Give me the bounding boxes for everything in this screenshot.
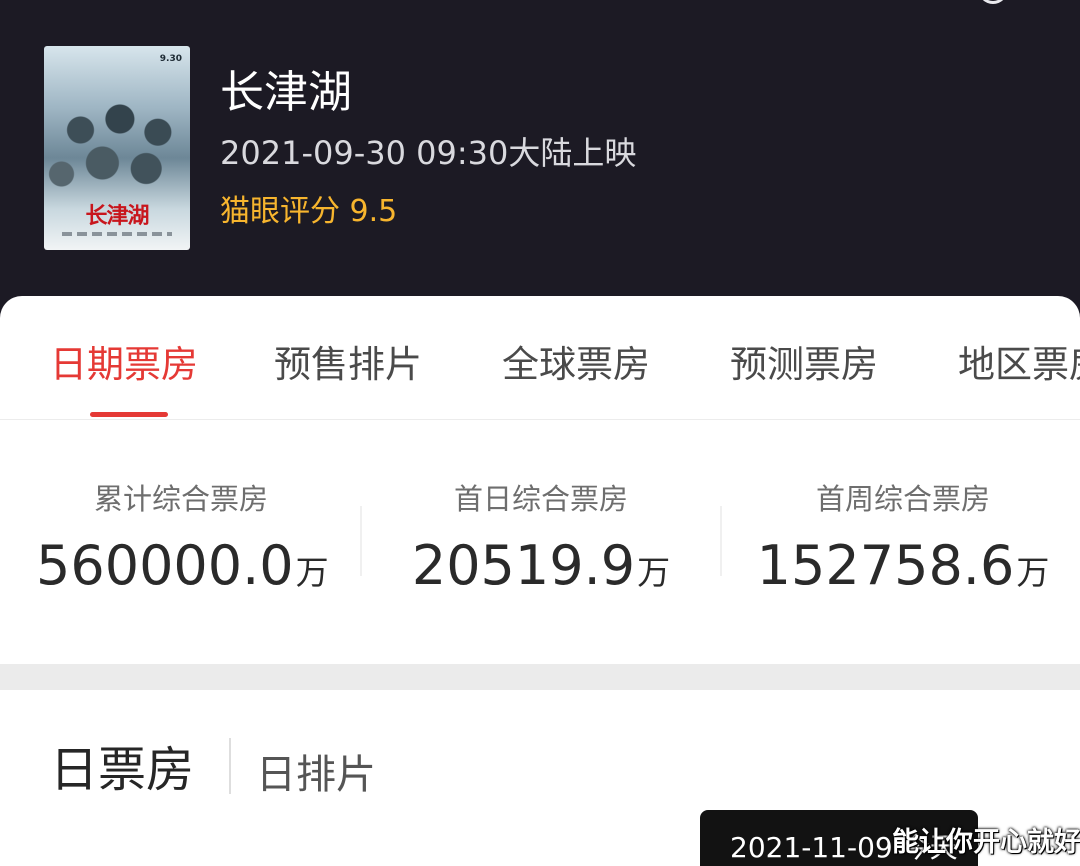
stat-value: 152758.6万 (748, 534, 1058, 597)
poster-date-text: 9.30 (159, 54, 182, 64)
stat-label: 累计综合票房 (93, 482, 268, 516)
tab-regional-box-office[interactable]: 地区票房 (958, 334, 1080, 388)
tab-daily-box-office[interactable]: 日期票房 (50, 334, 198, 388)
active-tab-indicator (90, 412, 168, 417)
section-separator (0, 664, 1080, 690)
tab-global-box-office[interactable]: 全球票房 (502, 334, 650, 388)
stat-value: 20519.9万 (396, 534, 686, 597)
poster-credits (62, 232, 172, 236)
subtab-daily-schedule[interactable]: 日排片 (256, 742, 376, 800)
tab-presale-schedule[interactable]: 预售排片 (274, 334, 422, 388)
stat-first-week: 首周综合票房 152758.6万 (748, 476, 1058, 597)
stat-label: 首日综合票房 (453, 482, 628, 516)
subtab-daily-box-office[interactable]: 日票房 (50, 730, 194, 800)
stat-cumulative: 累计综合票房 560000.0万 (36, 476, 329, 597)
movie-header: 9.30 长津湖 长津湖 2021-09-30 09:30大陆上映 猫眼评分 9… (0, 0, 1080, 330)
box-office-page: 9.30 长津湖 长津湖 2021-09-30 09:30大陆上映 猫眼评分 9… (0, 0, 1080, 866)
movie-poster[interactable]: 9.30 长津湖 (44, 46, 190, 250)
stat-label: 首周综合票房 (815, 482, 990, 516)
stat-value: 560000.0万 (36, 534, 329, 597)
release-info: 2021-09-30 09:30大陆上映 (220, 134, 637, 172)
poster-artwork (44, 86, 190, 196)
stat-number: 152758.6 (756, 534, 1015, 597)
stat-divider (720, 506, 722, 576)
box-office-card: 日期票房 预售排片 全球票房 预测票房 地区票房 累计综合票房 560000.0… (0, 296, 1080, 664)
subtab-divider (229, 738, 231, 794)
stat-number: 20519.9 (411, 534, 636, 597)
maoyan-rating: 猫眼评分 9.5 (220, 194, 398, 229)
watermark-text: 能让你开心就好 (892, 827, 1080, 858)
stat-unit: 万 (637, 553, 671, 592)
stat-unit: 万 (295, 553, 329, 592)
movie-title: 长津湖 (220, 67, 352, 118)
stat-first-day: 首日综合票房 20519.9万 (396, 476, 686, 597)
tab-bar: 日期票房 预售排片 全球票房 预测票房 地区票房 (0, 296, 1080, 420)
profile-icon[interactable] (978, 0, 1008, 4)
stat-divider (360, 506, 362, 576)
stat-number: 560000.0 (36, 534, 294, 597)
poster-title: 长津湖 (85, 204, 149, 229)
tab-forecast-box-office[interactable]: 预测票房 (730, 334, 878, 388)
stat-unit: 万 (1016, 553, 1050, 592)
